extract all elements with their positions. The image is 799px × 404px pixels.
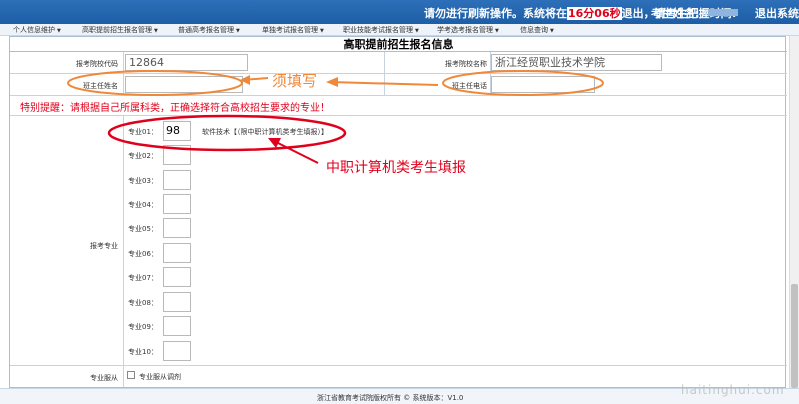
notice-text: 请勿进行刷新操作。系统将在 (424, 7, 567, 20)
teacher-name-label: 班主任姓名 (83, 82, 118, 90)
teacher-row: 班主任姓名 班主任电话 (10, 74, 787, 96)
chevron-down-icon: ▼ (154, 28, 158, 34)
major-code-input[interactable] (163, 194, 191, 214)
footer: 浙江省教育考试院版权所有 © 系统版本：V1.0 (0, 388, 799, 404)
menu-label: 高职提前招生报名管理 (82, 26, 152, 34)
divider (123, 366, 124, 387)
site-watermark: haitinghui.com (681, 383, 785, 397)
adjust-checkbox-label[interactable]: 专业服从调剂 (139, 372, 181, 382)
major-name: 软件技术【（限中职计算机类考生填报）】 (202, 128, 328, 136)
main-menu: 个人信息维护 ▼ 高职提前招生报名管理 ▼ 普通高考报名管理 ▼ 单独考试报名管理 ▼ … (0, 24, 799, 36)
major-code-input[interactable] (163, 316, 191, 336)
menu-label: 个人信息维护 (13, 26, 55, 34)
major-label: 专业08： (128, 299, 158, 307)
countdown-timer: 16分06秒 (567, 7, 622, 20)
teacher-phone-input[interactable] (491, 76, 595, 93)
menu-skills-exam[interactable]: 职业技能考试报名管理 ▼ (343, 25, 419, 35)
major-code-input[interactable]: 98 (163, 121, 191, 141)
logout-link[interactable]: 退出系统 (755, 5, 799, 21)
chevron-down-icon: ▼ (57, 28, 61, 34)
divider (123, 116, 124, 365)
menu-info-query[interactable]: 信息查询 ▼ (520, 25, 554, 35)
special-reminder: 特别提醒：请根据自己所属科类，正确选择符合高校招生要求的专业！ (20, 103, 330, 114)
major-label: 专业06： (128, 250, 158, 258)
scrollbar-thumb[interactable] (791, 284, 798, 388)
majors-label: 报考专业 (90, 242, 118, 250)
school-code-field[interactable]: 12864 (125, 54, 248, 71)
divider (123, 74, 124, 95)
school-name-label: 报考院校名称 (445, 60, 487, 68)
major-label: 专业02： (128, 152, 158, 160)
school-row: 报考院校代码 12864 报考院校名称 浙江经贸职业技术学院 (10, 52, 787, 74)
major-code-input[interactable] (163, 243, 191, 263)
school-code-label: 报考院校代码 (76, 60, 118, 68)
menu-academic-exam[interactable]: 学考选考报名管理 ▼ (437, 25, 499, 35)
chevron-down-icon: ▼ (495, 28, 499, 34)
chevron-down-icon: ▼ (236, 28, 240, 34)
adjust-label: 专业服从 (90, 374, 118, 382)
menu-early-admission[interactable]: 高职提前招生报名管理 ▼ (82, 25, 158, 35)
chevron-down-icon: ▼ (320, 28, 324, 34)
divider (123, 52, 124, 73)
examinee-name-label: 考生姓名: (651, 7, 700, 20)
major-code-input[interactable] (163, 170, 191, 190)
menu-label: 信息查询 (520, 26, 548, 34)
menu-label: 职业技能考试报名管理 (343, 26, 413, 34)
major-label: 专业05： (128, 225, 158, 233)
divider (384, 52, 385, 73)
teacher-phone-label: 班主任电话 (452, 82, 487, 90)
major-label: 专业10： (128, 348, 158, 356)
adjust-row: 专业服从 专业服从调剂 (10, 366, 787, 387)
major-label: 专业01： (128, 128, 158, 136)
menu-label: 单独考试报名管理 (262, 26, 318, 34)
divider (384, 74, 385, 95)
top-header-bar: 请勿进行刷新操作。系统将在16分06秒退出，请考生把握时间! 考生姓名: 退出系… (0, 0, 799, 24)
computer-major-annotation: 中职计算机类考生填报 (326, 160, 466, 176)
major-code-input[interactable] (163, 145, 191, 165)
school-name-field[interactable]: 浙江经贸职业技术学院 (491, 54, 662, 71)
major-label: 专业09： (128, 323, 158, 331)
vertical-scrollbar[interactable] (789, 36, 799, 388)
major-label: 专业07： (128, 274, 158, 282)
form-title: 高职提前招生报名信息 (10, 37, 787, 52)
menu-label: 学考选考报名管理 (437, 26, 493, 34)
menu-personal-info[interactable]: 个人信息维护 ▼ (13, 25, 61, 35)
adjust-checkbox[interactable] (127, 371, 135, 379)
menu-gaokao[interactable]: 普通高考报名管理 ▼ (178, 25, 240, 35)
majors-section: 报考专业 (10, 116, 787, 366)
copyright-text: 浙江省教育考试院版权所有 © 系统版本：V1.0 (317, 394, 464, 402)
major-code-input[interactable] (163, 292, 191, 312)
menu-label: 普通高考报名管理 (178, 26, 234, 34)
registration-form: 高职提前招生报名信息 报考院校代码 12864 报考院校名称 浙江经贸职业技术学… (9, 36, 787, 388)
menu-single-exam[interactable]: 单独考试报名管理 ▼ (262, 25, 324, 35)
chevron-down-icon: ▼ (415, 28, 419, 34)
major-label: 专业04： (128, 201, 158, 209)
major-code-input[interactable] (163, 267, 191, 287)
major-code-input[interactable] (163, 341, 191, 361)
major-code-input[interactable] (163, 218, 191, 238)
chevron-down-icon: ▼ (550, 28, 554, 34)
major-label: 专业03： (128, 177, 158, 185)
teacher-name-input[interactable] (125, 76, 243, 93)
required-annotation: 须填写 (272, 72, 318, 90)
examinee-name-masked (708, 9, 738, 16)
